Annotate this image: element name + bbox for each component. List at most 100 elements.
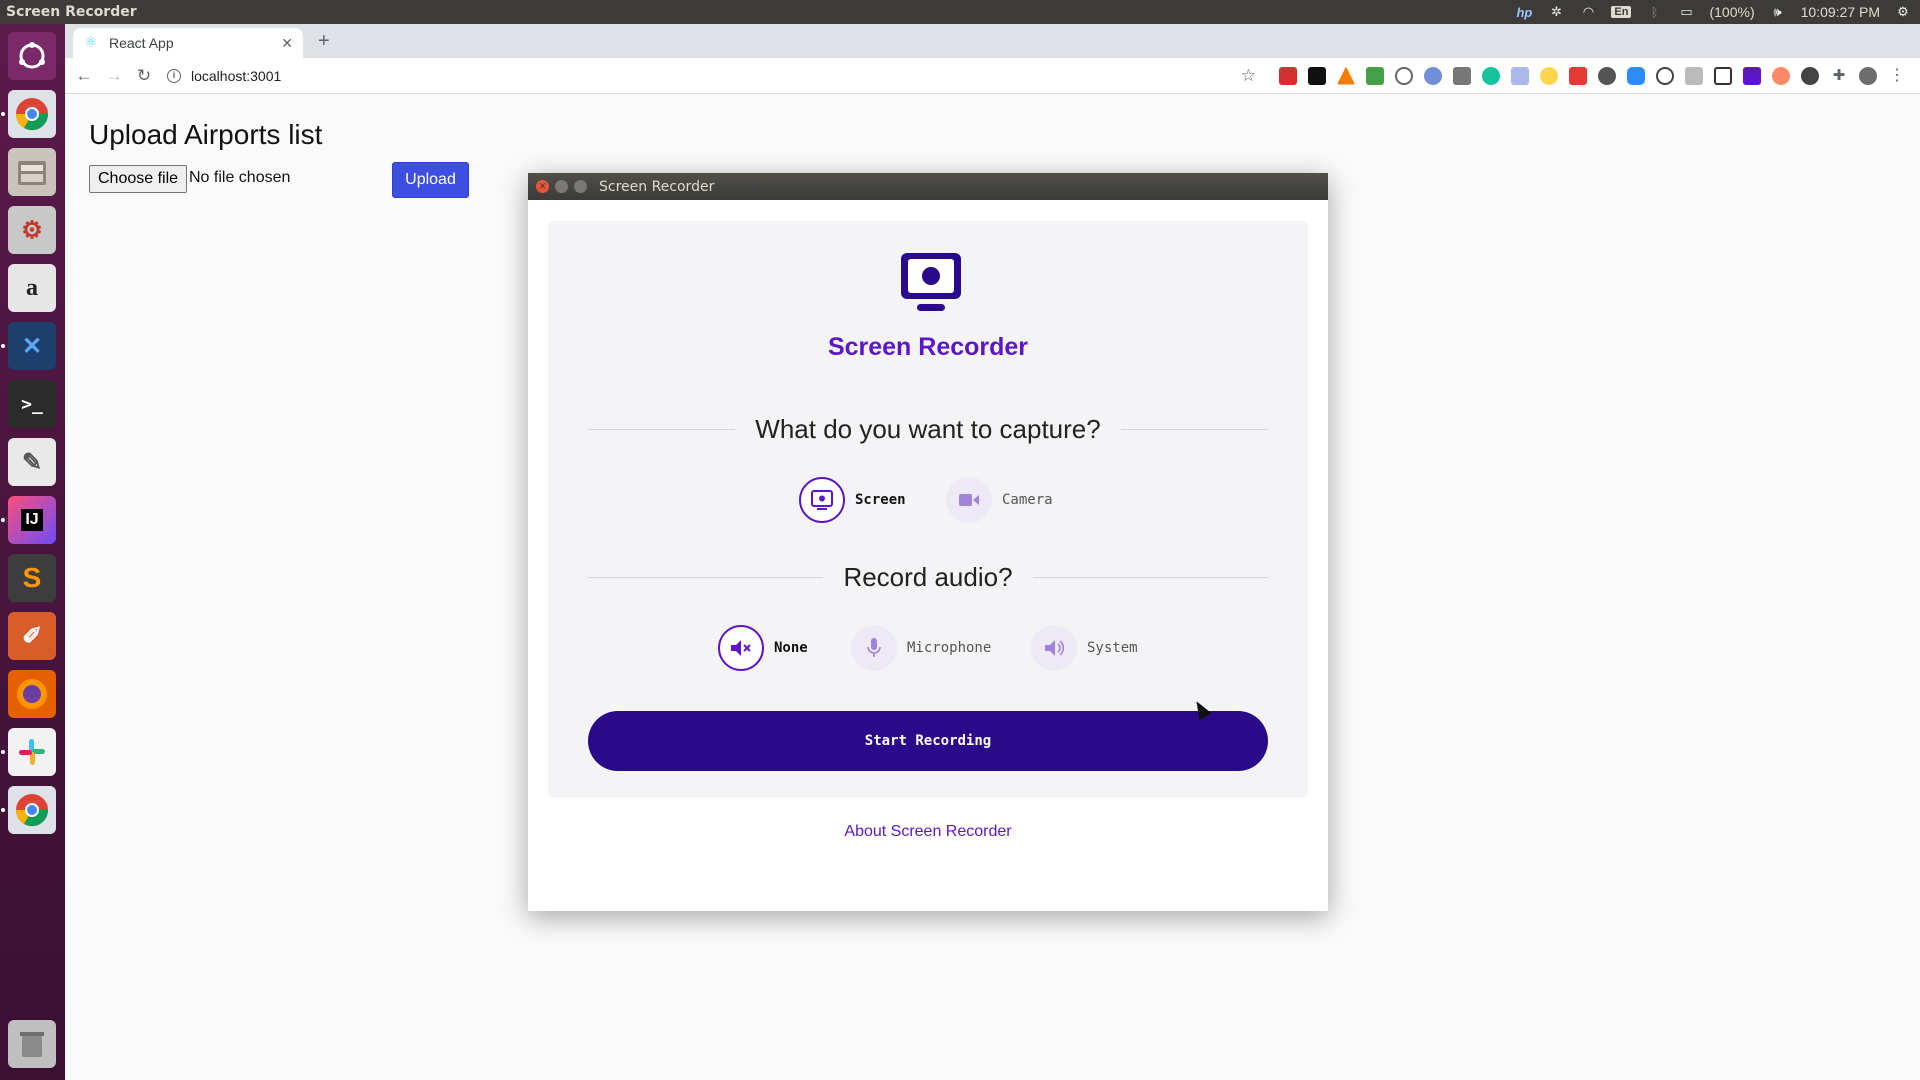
page-title: Upload Airports list [89, 119, 323, 150]
extensions-area: ☆ ✚ ⋮ [1241, 66, 1920, 86]
hp-icon[interactable]: hp [1515, 4, 1533, 20]
capture-option-camera[interactable]: Camera [946, 477, 1053, 523]
extension-red-square-icon[interactable] [1569, 66, 1587, 85]
browser-tab[interactable]: ⚛ React App ✕ [73, 28, 303, 58]
intellij-icon[interactable]: IJ [8, 496, 56, 544]
system-settings-icon[interactable]: ⚙ [8, 206, 56, 254]
monitor-logo-icon [901, 253, 961, 311]
audio-option-label: Microphone [907, 640, 992, 656]
divider-line [1032, 577, 1268, 578]
keyboard-layout-indicator[interactable]: En [1611, 6, 1632, 18]
firefox-icon[interactable] [8, 670, 56, 718]
drawing-tool-icon[interactable]: ✐ [8, 612, 56, 660]
capture-option-label: Camera [1002, 492, 1053, 508]
extension-play-icon[interactable] [1540, 66, 1558, 85]
microphone-icon[interactable] [851, 625, 897, 671]
extension-window-icon[interactable] [1714, 66, 1732, 85]
ubuntu-launcher: ⚙ a ✕ >_ ✎ IJ S ✐ [0, 24, 65, 1080]
files-icon[interactable] [8, 148, 56, 196]
extension-grammar-icon[interactable] [1482, 66, 1500, 85]
slack-icon[interactable] [8, 728, 56, 776]
battery-percent[interactable]: (100%) [1709, 4, 1754, 20]
forward-arrow-icon[interactable]: → [99, 66, 129, 86]
audio-option-system[interactable]: System [1031, 625, 1138, 671]
screen-recorder-window: ✕ Screen Recorder Screen Recorder What d… [528, 173, 1328, 911]
extension-grid-icon[interactable] [1685, 66, 1703, 85]
capture-option-screen[interactable]: Screen [799, 477, 906, 523]
extension-tool-icon[interactable] [1453, 66, 1471, 85]
running-indicator [1, 112, 5, 116]
extension-dark-icon[interactable] [1801, 66, 1819, 85]
browser-tab-strip: ⚛ React App ✕ + [65, 24, 1920, 58]
audio-option-microphone[interactable]: Microphone [851, 625, 991, 671]
window-maximize-icon[interactable] [574, 180, 587, 193]
extension-orange-icon[interactable] [1337, 66, 1355, 85]
audio-question-text: Record audio? [843, 562, 1013, 592]
back-arrow-icon[interactable]: ← [69, 66, 99, 86]
wifi-icon[interactable]: ◠ [1579, 4, 1597, 20]
extension-calendar-icon[interactable] [1511, 66, 1529, 85]
trash-icon[interactable] [8, 1020, 56, 1068]
close-tab-icon[interactable]: ✕ [281, 35, 293, 52]
profile-avatar[interactable] [1859, 66, 1877, 85]
audio-option-label: System [1087, 640, 1138, 656]
extension-circle-icon[interactable] [1395, 66, 1413, 85]
window-close-icon[interactable]: ✕ [536, 180, 549, 193]
extension-zoom-icon[interactable] [1627, 66, 1645, 85]
gear-sync-icon[interactable]: ✲ [1547, 4, 1565, 20]
settings-icon[interactable]: ⚙ [1894, 4, 1912, 20]
speaker-icon[interactable] [1031, 625, 1077, 671]
volume-icon[interactable]: 🕪 [1769, 4, 1787, 20]
react-favicon-icon: ⚛ [84, 34, 98, 51]
window-title: Screen Recorder [599, 178, 715, 195]
window-titlebar[interactable]: ✕ Screen Recorder [528, 173, 1328, 200]
url-text[interactable]: localhost:3001 [191, 68, 281, 84]
chrome-menu-icon[interactable]: ⋮ [1888, 67, 1906, 85]
running-indicator [1, 518, 5, 522]
extension-red-icon[interactable] [1279, 66, 1297, 85]
audio-option-label: None [774, 640, 808, 656]
about-link[interactable]: About Screen Recorder [528, 823, 1328, 841]
sublime-icon[interactable]: S [8, 554, 56, 602]
monitor-icon[interactable] [799, 477, 845, 523]
ubuntu-dash-icon[interactable] [8, 32, 56, 80]
upload-button[interactable]: Upload [392, 162, 469, 198]
terminal-icon[interactable]: >_ [8, 380, 56, 428]
tab-title: React App [109, 35, 174, 51]
muted-speaker-icon[interactable] [718, 625, 764, 671]
running-indicator [1, 808, 5, 812]
extensions-puzzle-icon[interactable]: ✚ [1830, 67, 1848, 85]
extension-b-icon[interactable] [1308, 66, 1326, 85]
system-tray: hp ✲ ◠ En ᛒ ▭ (100%) 🕪 10:09:27 PM ⚙ [1515, 4, 1920, 20]
chrome-icon-secondary[interactable] [8, 786, 56, 834]
active-app-title: Screen Recorder [6, 4, 137, 20]
divider-line [588, 577, 824, 578]
file-status-text: No file chosen [189, 169, 291, 186]
start-recording-button[interactable]: Start Recording [588, 711, 1268, 771]
new-tab-button[interactable]: + [318, 30, 330, 53]
extension-blue-icon[interactable] [1424, 66, 1442, 85]
extension-refresh-icon[interactable] [1656, 66, 1674, 85]
clock[interactable]: 10:09:27 PM [1801, 4, 1880, 20]
audio-option-none[interactable]: None [718, 625, 808, 671]
battery-icon[interactable]: ▭ [1677, 4, 1695, 20]
system-top-bar: Screen Recorder hp ✲ ◠ En ᛒ ▭ (100%) 🕪 1… [0, 0, 1920, 24]
amazon-icon[interactable]: a [8, 264, 56, 312]
text-editor-icon[interactable]: ✎ [8, 438, 56, 486]
reload-icon[interactable]: ↻ [129, 66, 159, 86]
running-indicator [1, 344, 5, 348]
camera-icon[interactable] [946, 477, 992, 523]
divider-line [1120, 429, 1268, 430]
vscode-icon[interactable]: ✕ [8, 322, 56, 370]
address-bar[interactable]: i localhost:3001 [167, 62, 1167, 90]
extension-fox-icon[interactable] [1772, 66, 1790, 85]
extension-green-icon[interactable] [1366, 66, 1384, 85]
bookmark-star-icon[interactable]: ☆ [1241, 66, 1256, 86]
choose-file-button[interactable]: Choose file [89, 165, 188, 193]
site-info-icon[interactable]: i [167, 68, 181, 83]
extension-recorder-icon[interactable] [1743, 66, 1761, 85]
window-minimize-icon[interactable] [555, 180, 568, 193]
bluetooth-icon[interactable]: ᛒ [1645, 4, 1663, 20]
extension-moon-icon[interactable] [1598, 66, 1616, 85]
chrome-icon[interactable] [8, 90, 56, 138]
